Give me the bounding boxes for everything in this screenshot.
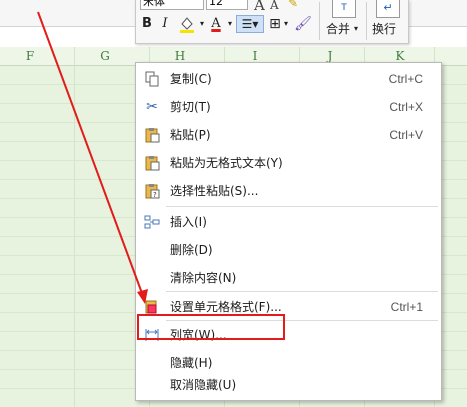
annotation-arrow <box>37 11 148 304</box>
